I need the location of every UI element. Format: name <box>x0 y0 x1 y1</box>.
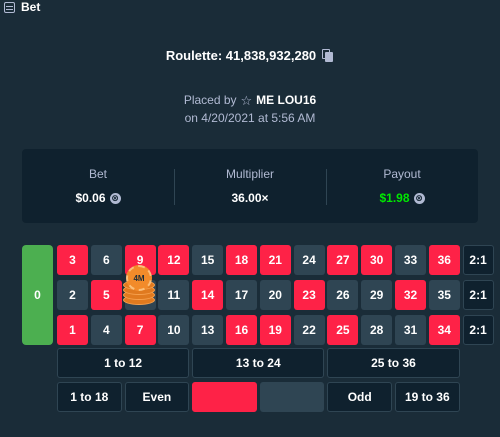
dozen-bet-1[interactable]: 1 to 12 <box>57 348 190 378</box>
column-bet-1[interactable]: 2:1 <box>462 245 494 275</box>
payout-value: $1.98 <box>379 191 410 205</box>
bet-header: Bet <box>0 0 40 14</box>
number-cell-28[interactable]: 28 <box>361 315 393 345</box>
payout-label: Payout <box>383 167 421 181</box>
bet-stat: Bet $0.06 ⊗ <box>22 167 174 205</box>
high-bet-button[interactable]: 19 to 36 <box>395 382 460 412</box>
star-icon: ☆ <box>240 92 253 108</box>
black-bet-button[interactable] <box>259 382 325 412</box>
dozen-bet-3[interactable]: 25 to 36 <box>327 348 460 378</box>
number-cell-11[interactable]: 11 <box>158 280 190 310</box>
number-cell-15[interactable]: 15 <box>192 245 224 275</box>
number-cell-34[interactable]: 34 <box>428 315 460 345</box>
number-cell-14[interactable]: 14 <box>192 280 224 310</box>
column-bet-3[interactable]: 2:1 <box>462 315 494 345</box>
low-bet-button[interactable]: 1 to 18 <box>57 382 122 412</box>
number-cell-4[interactable]: 4 <box>90 315 122 345</box>
number-cell-1[interactable]: 1 <box>57 315 88 345</box>
number-cell-2[interactable]: 2 <box>57 280 88 310</box>
even-bet-button[interactable]: Even <box>124 382 190 412</box>
number-cell-20[interactable]: 20 <box>259 280 291 310</box>
modal-title: Bet <box>21 0 41 14</box>
multiplier-value: 36.00× <box>231 191 269 205</box>
number-cell-30[interactable]: 30 <box>361 245 393 275</box>
game-id-title: Roulette: 41,838,932,280 <box>0 48 500 63</box>
number-cell-0[interactable]: 0 <box>22 245 53 345</box>
number-cell-29[interactable]: 29 <box>361 280 393 310</box>
multiplier-value-row: 36.00× <box>174 191 326 205</box>
number-cell-19[interactable]: 19 <box>259 315 291 345</box>
odd-bet-button[interactable]: Odd <box>327 382 392 412</box>
number-cell-18[interactable]: 18 <box>226 245 257 275</box>
number-cell-25[interactable]: 25 <box>327 315 359 345</box>
multiplier-stat: Multiplier 36.00× <box>174 167 326 205</box>
username-link[interactable]: ME LOU16 <box>256 93 316 107</box>
number-cell-10[interactable]: 10 <box>158 315 190 345</box>
red-bet-button[interactable] <box>192 382 257 412</box>
placed-date-line: on 4/20/2021 at 5:56 AM <box>0 111 500 125</box>
number-cell-7[interactable]: 7 <box>124 315 156 345</box>
number-cell-36[interactable]: 36 <box>428 245 460 275</box>
number-cell-32[interactable]: 32 <box>395 280 426 310</box>
placed-by-label: Placed by <box>183 93 237 107</box>
number-cell-33[interactable]: 33 <box>395 245 426 275</box>
number-cell-5[interactable]: 5 <box>90 280 122 310</box>
multiplier-label: Multiplier <box>225 167 274 181</box>
number-cell-26[interactable]: 26 <box>327 280 359 310</box>
date-prefix: on <box>184 111 198 125</box>
chip-label: 4M <box>133 273 145 283</box>
copy-icon[interactable] <box>322 48 334 63</box>
number-cell-23[interactable]: 23 <box>293 280 325 310</box>
bet-list-icon <box>4 1 15 13</box>
currency-icon: ⊗ <box>413 192 425 204</box>
bet-label: Bet <box>88 167 107 181</box>
bet-stats-panel: Bet $0.06 ⊗ Multiplier 36.00× Payout $1.… <box>22 149 478 223</box>
number-cell-6[interactable]: 6 <box>90 245 122 275</box>
payout-value-row: $1.98 ⊗ <box>326 191 478 205</box>
number-cell-12[interactable]: 12 <box>158 245 190 275</box>
number-cell-17[interactable]: 17 <box>226 280 257 310</box>
number-cell-3[interactable]: 3 <box>57 245 88 275</box>
column-bet-2[interactable]: 2:1 <box>462 280 494 310</box>
bet-value-row: $0.06 ⊗ <box>22 191 174 205</box>
placed-by-line: Placed by ☆ ME LOU16 <box>0 93 500 107</box>
number-cell-22[interactable]: 22 <box>293 315 325 345</box>
number-cell-27[interactable]: 27 <box>327 245 359 275</box>
chip-icon: 4M <box>126 265 152 291</box>
number-cell-16[interactable]: 16 <box>226 315 257 345</box>
number-cell-31[interactable]: 31 <box>395 315 426 345</box>
payout-stat: Payout $1.98 ⊗ <box>326 167 478 205</box>
number-cell-21[interactable]: 21 <box>259 245 291 275</box>
currency-icon: ⊗ <box>109 192 121 204</box>
bet-value: $0.06 <box>75 191 106 205</box>
game-id-text: Roulette: 41,838,932,280 <box>165 48 317 63</box>
bet-chip-stack: 4M <box>123 265 155 309</box>
number-cell-24[interactable]: 24 <box>293 245 325 275</box>
dozen-bet-2[interactable]: 13 to 24 <box>192 348 325 378</box>
number-cell-13[interactable]: 13 <box>192 315 224 345</box>
number-cell-35[interactable]: 35 <box>428 280 460 310</box>
placed-date: 4/20/2021 at 5:56 AM <box>201 111 316 125</box>
